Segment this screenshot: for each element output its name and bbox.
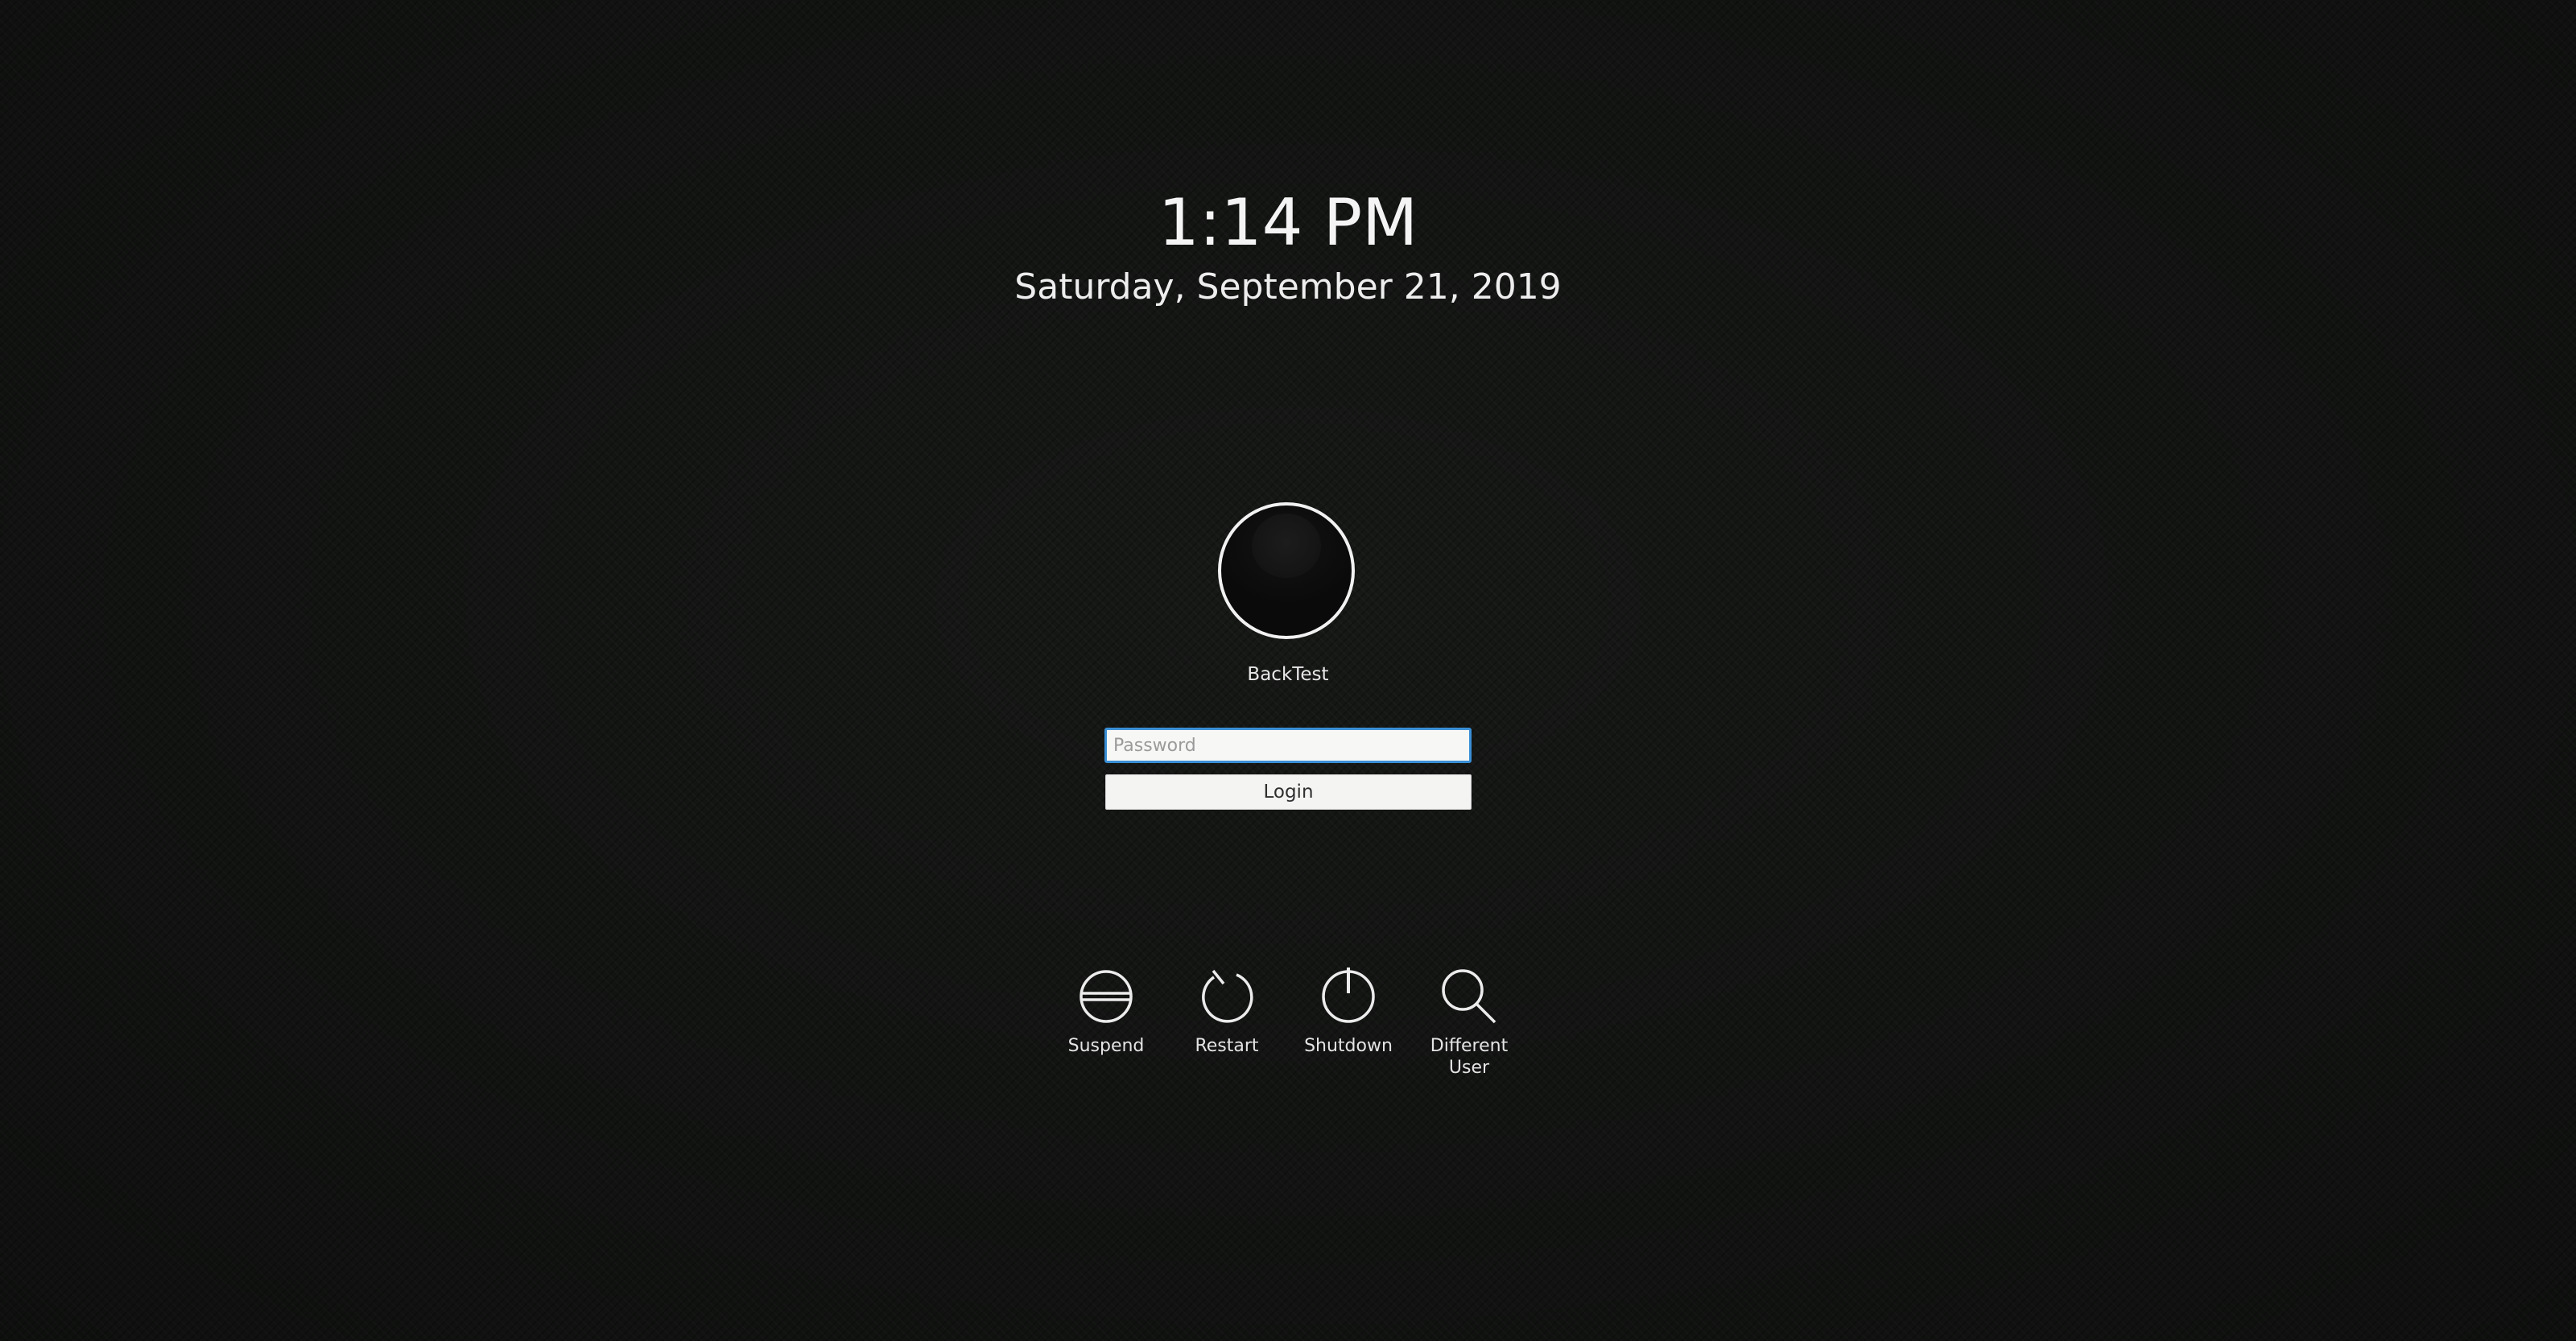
restart-button[interactable]: Restart	[1166, 966, 1287, 1057]
different-user-button[interactable]: Different User	[1409, 966, 1530, 1079]
user-avatar[interactable]	[1218, 502, 1355, 639]
suspend-label: Suspend	[1067, 1036, 1145, 1056]
shutdown-label: Shutdown	[1304, 1036, 1393, 1056]
suspend-icon	[1080, 970, 1133, 1023]
suspend-button[interactable]: Suspend	[1046, 966, 1166, 1057]
clock-date: Saturday, September 21, 2019	[1014, 266, 1562, 307]
restart-label: Restart	[1195, 1036, 1259, 1056]
clock-time: 1:14 PM	[1158, 185, 1418, 260]
power-icon	[1322, 968, 1375, 1023]
restart-icon	[1202, 969, 1253, 1023]
search-icon	[1442, 969, 1496, 1024]
avatar-silhouette	[1252, 514, 1321, 578]
username-label: BackTest	[1247, 664, 1329, 685]
login-button[interactable]: Login	[1105, 774, 1472, 810]
password-input[interactable]	[1104, 728, 1472, 763]
shutdown-button[interactable]: Shutdown	[1288, 966, 1409, 1057]
different-user-label: Different User	[1430, 1036, 1509, 1078]
